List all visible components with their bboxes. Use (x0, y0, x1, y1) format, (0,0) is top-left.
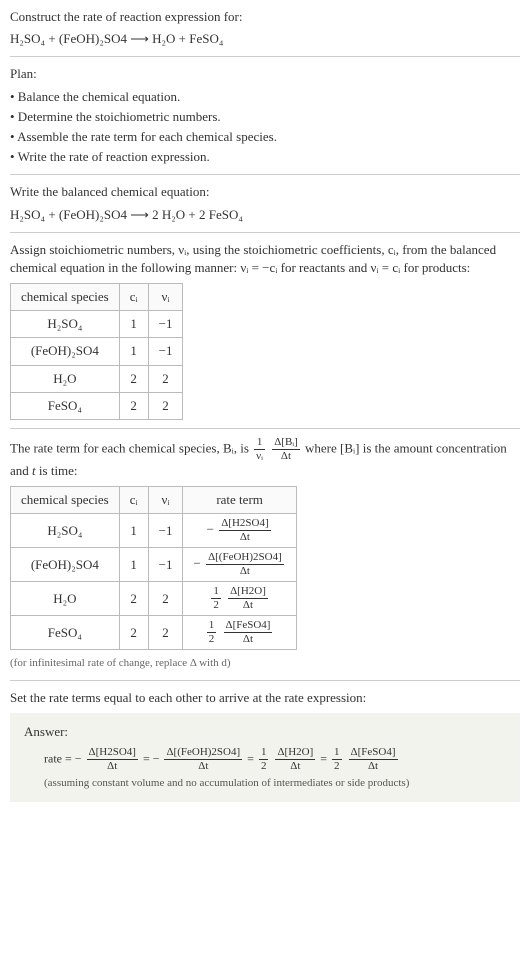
col-species: chemical species (11, 284, 120, 311)
cell-species: H₂SO₄ (11, 514, 120, 548)
ans-t1: Δ[H2SO4] Δt (87, 747, 138, 772)
answer-label: Answer: (24, 723, 506, 741)
table-row: (FeOH)₂SO4 1 −1 (11, 338, 183, 365)
cell-ci: 2 (119, 582, 148, 616)
col-ci: cᵢ (119, 284, 148, 311)
problem-header: Construct the rate of reaction expressio… (10, 8, 520, 48)
infinitesimal-note: (for infinitesimal rate of change, repla… (10, 656, 520, 671)
rate-frac: Δ[H2SO4] Δt (219, 518, 270, 543)
rate-term-section: The rate term for each chemical species,… (10, 437, 520, 672)
cell-ci: 1 (119, 548, 148, 582)
divider (10, 680, 520, 681)
balanced-equation: H₂SO₄ + (FeOH)₂SO4 ⟶ 2 H₂O + 2 FeSO₄ (10, 206, 520, 224)
plan-item: • Assemble the rate term for each chemic… (10, 128, 520, 146)
answer-equation: rate = − Δ[H2SO4] Δt = − Δ[(FeOH)2SO4] Δ… (44, 747, 506, 772)
rate-sign: − (207, 522, 214, 537)
cell-ci: 2 (119, 616, 148, 650)
ans-c4: 1 2 (332, 747, 342, 772)
ans-prefix: rate = − (44, 751, 82, 765)
rate-frac: Δ[(FeOH)2SO4] Δt (206, 552, 284, 577)
table-row: H₂O 2 2 (11, 365, 183, 392)
table-header-row: chemical species cᵢ νᵢ rate term (11, 487, 297, 514)
cell-species: H₂O (11, 365, 120, 392)
rate-term-text: The rate term for each chemical species,… (10, 437, 520, 480)
table-row: FeSO₄ 2 2 (11, 392, 183, 419)
stoich-table-2: chemical species cᵢ νᵢ rate term H₂SO₄ 1… (10, 486, 297, 650)
cell-vi: 2 (148, 365, 183, 392)
ans-eq2: = (247, 751, 257, 765)
rate-sign: − (193, 556, 200, 571)
answer-box: Answer: rate = − Δ[H2SO4] Δt = − Δ[(FeOH… (10, 713, 520, 802)
divider (10, 174, 520, 175)
plan-list: • Balance the chemical equation. • Deter… (10, 88, 520, 167)
plan-item: • Balance the chemical equation. (10, 88, 520, 106)
answer-note: (assuming constant volume and no accumul… (44, 776, 506, 791)
cell-rate: 1 2 Δ[FeSO4] Δt (183, 616, 296, 650)
rate-coef: 1 2 (211, 586, 221, 611)
table-row: (FeOH)₂SO4 1 −1 − Δ[(FeOH)2SO4] Δt (11, 548, 297, 582)
rate-frac: Δ[FeSO4] Δt (224, 620, 273, 645)
cell-species: (FeOH)₂SO4 (11, 338, 120, 365)
cell-species: FeSO₄ (11, 616, 120, 650)
table-header-row: chemical species cᵢ νᵢ (11, 284, 183, 311)
assign-text: Assign stoichiometric numbers, νᵢ, using… (10, 241, 520, 277)
assign-section: Assign stoichiometric numbers, νᵢ, using… (10, 241, 520, 420)
cell-vi: 2 (148, 616, 183, 650)
cell-species: (FeOH)₂SO4 (11, 548, 120, 582)
ans-eq3: = (320, 751, 330, 765)
ans-t4: Δ[FeSO4] Δt (349, 747, 398, 772)
rt-post: is time: (39, 463, 78, 478)
col-rate: rate term (183, 487, 296, 514)
rt-pre: The rate term for each chemical species,… (10, 440, 252, 455)
table-row: FeSO₄ 2 2 1 2 Δ[FeSO4] Δt (11, 616, 297, 650)
balanced-section: Write the balanced chemical equation: H₂… (10, 183, 520, 223)
cell-species: H₂SO₄ (11, 311, 120, 338)
rt-frac1: 1 νᵢ (254, 437, 265, 462)
rt-t: t (32, 463, 36, 478)
unbalanced-equation: H₂SO₄ + (FeOH)₂SO4 ⟶ H₂O + FeSO₄ (10, 30, 520, 48)
col-ci: cᵢ (119, 487, 148, 514)
plan-title: Plan: (10, 65, 520, 83)
ans-t3: Δ[H2O] Δt (275, 747, 315, 772)
rt-frac2: Δ[Bᵢ] Δt (272, 437, 300, 462)
plan-section: Plan: • Balance the chemical equation. •… (10, 65, 520, 166)
cell-vi: 2 (148, 582, 183, 616)
cell-species: H₂O (11, 582, 120, 616)
ans-c3: 1 2 (259, 747, 269, 772)
cell-ci: 1 (119, 311, 148, 338)
cell-vi: −1 (148, 514, 183, 548)
cell-vi: −1 (148, 548, 183, 582)
cell-vi: −1 (148, 311, 183, 338)
ans-eq1: = − (143, 751, 160, 765)
cell-rate: − Δ[H2SO4] Δt (183, 514, 296, 548)
cell-rate: 1 2 Δ[H2O] Δt (183, 582, 296, 616)
divider (10, 56, 520, 57)
cell-vi: 2 (148, 392, 183, 419)
divider (10, 232, 520, 233)
balanced-label: Write the balanced chemical equation: (10, 183, 520, 201)
prompt-line: Construct the rate of reaction expressio… (10, 8, 520, 26)
cell-ci: 1 (119, 338, 148, 365)
table-row: H₂SO₄ 1 −1 (11, 311, 183, 338)
col-vi: νᵢ (148, 284, 183, 311)
table-row: H₂O 2 2 1 2 Δ[H2O] Δt (11, 582, 297, 616)
divider (10, 428, 520, 429)
rate-coef: 1 2 (207, 620, 217, 645)
cell-rate: − Δ[(FeOH)2SO4] Δt (183, 548, 296, 582)
set-equal-text: Set the rate terms equal to each other t… (10, 689, 520, 707)
rate-frac: Δ[H2O] Δt (228, 586, 268, 611)
cell-ci: 2 (119, 392, 148, 419)
col-vi: νᵢ (148, 487, 183, 514)
cell-vi: −1 (148, 338, 183, 365)
stoich-table-1: chemical species cᵢ νᵢ H₂SO₄ 1 −1 (FeOH)… (10, 283, 183, 420)
cell-ci: 1 (119, 514, 148, 548)
plan-item: • Write the rate of reaction expression. (10, 148, 520, 166)
col-species: chemical species (11, 487, 120, 514)
cell-ci: 2 (119, 365, 148, 392)
table-row: H₂SO₄ 1 −1 − Δ[H2SO4] Δt (11, 514, 297, 548)
cell-species: FeSO₄ (11, 392, 120, 419)
plan-item: • Determine the stoichiometric numbers. (10, 108, 520, 126)
ans-t2: Δ[(FeOH)2SO4] Δt (164, 747, 242, 772)
